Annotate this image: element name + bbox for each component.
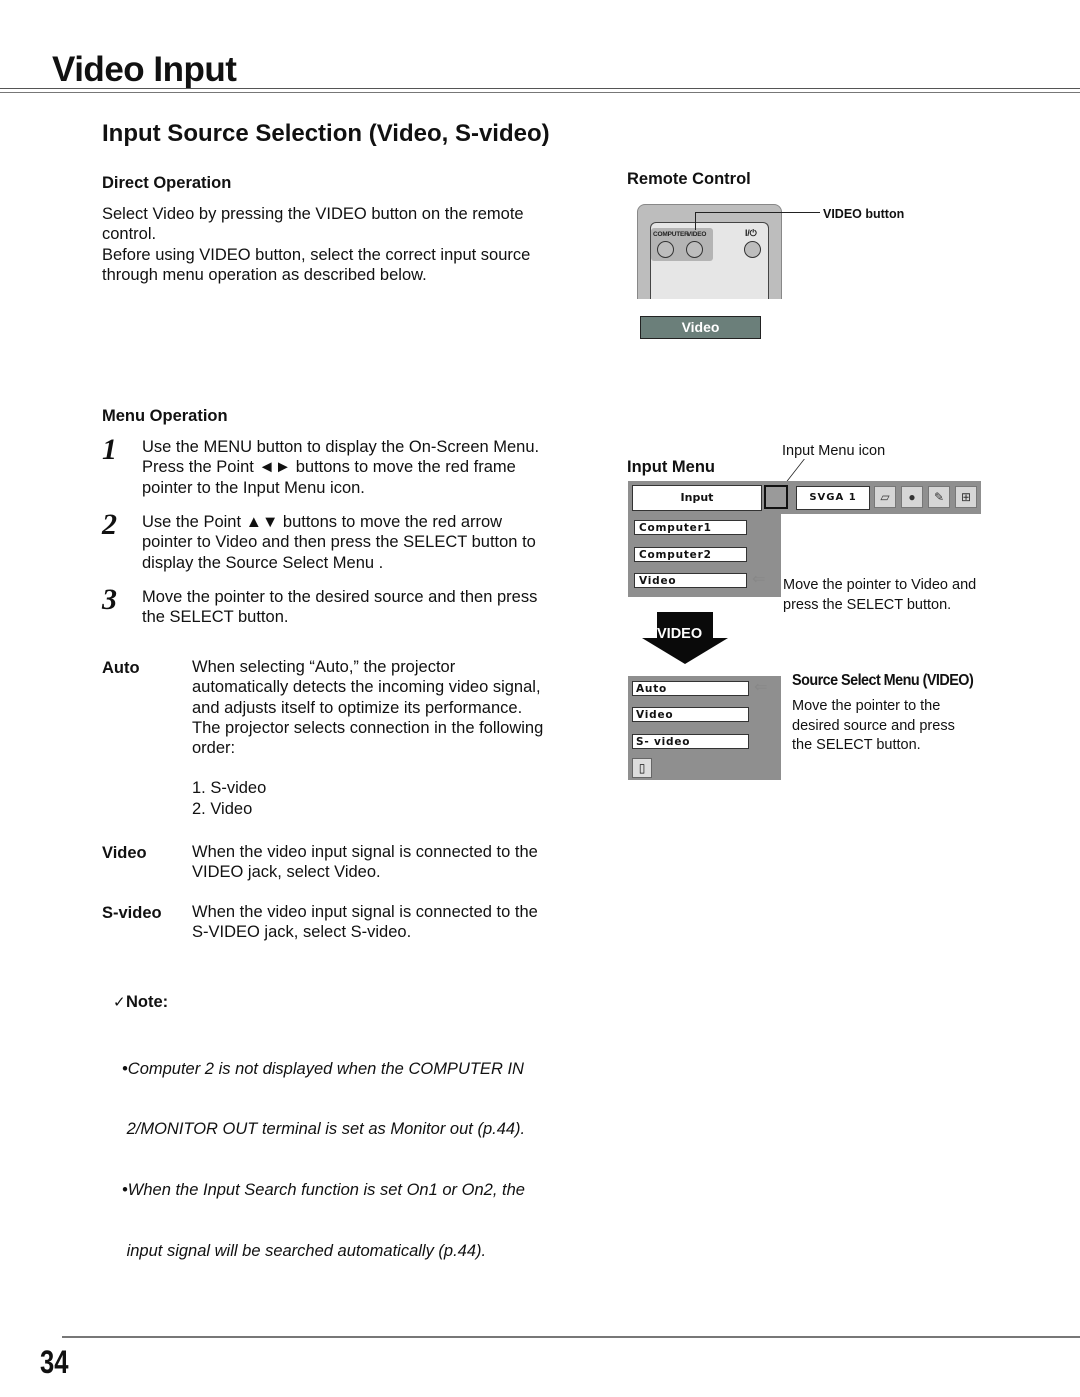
text-line: Select Video by pressing the VIDEO butto…: [102, 205, 524, 223]
source-item-s-video[interactable]: S- video: [632, 734, 749, 749]
step-number: 3: [102, 583, 117, 616]
direct-operation-heading: Direct Operation: [102, 174, 232, 192]
input-menu-caption: Move the pointer to Video and press the …: [783, 576, 976, 615]
direct-operation-text: Select Video by pressing the VIDEO butto…: [102, 204, 530, 285]
menu-item-computer1[interactable]: Computer1: [634, 520, 747, 535]
caption-line: desired source and press: [792, 717, 955, 734]
power-button: [744, 241, 761, 258]
menu-title-box: Input: [632, 485, 762, 511]
video-button-label: VIDEO: [687, 231, 707, 238]
color-adjust-icon[interactable]: ✎: [928, 486, 950, 508]
menu-item-computer2[interactable]: Computer2: [634, 547, 747, 562]
input-menu-icon[interactable]: [764, 485, 788, 509]
footer-rule: [62, 1336, 1080, 1338]
video-button-callout: VIDEO button: [823, 207, 905, 221]
callout-line: [695, 212, 820, 213]
definition-video: When the video input signal is connected…: [192, 842, 538, 883]
text-line: Use the MENU button to display the On-Sc…: [142, 438, 540, 456]
text-line: and adjusts itself to optimize its perfo…: [192, 698, 523, 717]
text-line: Move the pointer to the desired source a…: [142, 588, 538, 606]
step-text: Use the MENU button to display the On-Sc…: [142, 437, 539, 498]
input-menu-heading: Input Menu: [627, 458, 715, 476]
text-line: When the video input signal is connected…: [192, 843, 538, 861]
text-line: the SELECT button.: [142, 608, 289, 627]
order-item: 1. S-video: [192, 779, 267, 798]
text-line: order:: [192, 739, 236, 758]
computer-button: [657, 241, 674, 258]
term-auto: Auto: [102, 659, 140, 677]
signal-display: SVGA 1: [796, 486, 870, 510]
note-line: 2/MONITOR OUT terminal is set as Monitor…: [122, 1120, 526, 1139]
source-item-auto[interactable]: Auto: [632, 681, 749, 696]
video-button: [686, 241, 703, 258]
section-title: Input Source Selection (Video, S-video): [102, 120, 550, 147]
step-number: 2: [102, 508, 117, 541]
image-adjust-icon[interactable]: ●: [901, 486, 923, 508]
definition-auto: When selecting “Auto,” the projector aut…: [192, 657, 543, 819]
caption-line: Move the pointer to Video and: [783, 577, 977, 593]
arrow-label: VIDEO: [657, 626, 703, 642]
caption-line: Move the pointer to the: [792, 698, 941, 714]
text-line: When the video input signal is connected…: [192, 903, 538, 921]
text-line: VIDEO jack, select Video.: [192, 863, 381, 882]
text-line: through menu operation as described belo…: [102, 265, 427, 284]
note-text: •Computer 2 is not displayed when the CO…: [122, 1018, 525, 1282]
text-line: When selecting “Auto,” the projector: [192, 658, 456, 676]
caption-line: press the SELECT button.: [783, 596, 952, 613]
video-source-banner: Video: [640, 316, 761, 339]
check-icon: ✓: [113, 994, 126, 1011]
step-number: 1: [102, 433, 117, 466]
source-item-video[interactable]: Video: [632, 707, 749, 722]
text-line: control.: [102, 225, 157, 244]
callout-line: [695, 212, 696, 230]
exit-icon[interactable]: ▯: [632, 758, 652, 778]
page-title: Video Input: [52, 50, 237, 89]
text-line: Before using VIDEO button, select the co…: [102, 245, 531, 264]
remote-control-heading: Remote Control: [627, 170, 751, 188]
term-video: Video: [102, 844, 147, 862]
pointer-arrow-icon: ⇐: [752, 571, 766, 588]
text-line: display the Source Select Menu .: [142, 553, 384, 572]
note-line: •Computer 2 is not displayed when the CO…: [122, 1059, 524, 1078]
text-line: pointer to the Input Menu icon.: [142, 478, 365, 497]
note-line: input signal will be searched automatica…: [122, 1242, 487, 1261]
source-select-title: Source Select Menu (VIDEO): [792, 672, 974, 689]
source-select-caption: Move the pointer to the desired source a…: [792, 697, 955, 756]
text-line: S-VIDEO jack, select S-video.: [192, 923, 412, 942]
menu-item-video[interactable]: Video: [634, 573, 747, 588]
text-line: automatically detects the incoming video…: [192, 678, 541, 697]
pointer-arrow-icon: ⇐: [754, 679, 768, 696]
title-rule: [0, 88, 1080, 89]
page-number: 34: [40, 1344, 69, 1380]
menu-operation-heading: Menu Operation: [102, 407, 228, 425]
text-line: The projector selects connection in the …: [192, 718, 544, 737]
input-menu-icon-callout: Input Menu icon: [782, 443, 886, 459]
computer-button-label: COMPUTER: [653, 231, 689, 238]
text-line: Use the Point ▲▼ buttons to move the red…: [142, 513, 503, 531]
order-item: 2. Video: [192, 799, 253, 818]
step-text: Move the pointer to the desired source a…: [142, 587, 537, 628]
computer-adjust-icon[interactable]: ▱: [874, 486, 896, 508]
note-line: •When the Input Search function is set O…: [122, 1181, 525, 1200]
caption-line: the SELECT button.: [792, 737, 921, 753]
power-icon: I/⏻: [745, 228, 757, 238]
text-line: pointer to Video and then press the SELE…: [142, 533, 536, 552]
step-text: Use the Point ▲▼ buttons to move the red…: [142, 512, 536, 573]
definition-s-video: When the video input signal is connected…: [192, 902, 538, 943]
note-heading: Note:: [126, 993, 169, 1011]
text-line: Press the Point ◄► buttons to move the r…: [142, 458, 516, 477]
screen-icon[interactable]: ⊞: [955, 486, 977, 508]
title-rule-secondary: [0, 92, 1080, 93]
term-s-video: S-video: [102, 904, 162, 922]
